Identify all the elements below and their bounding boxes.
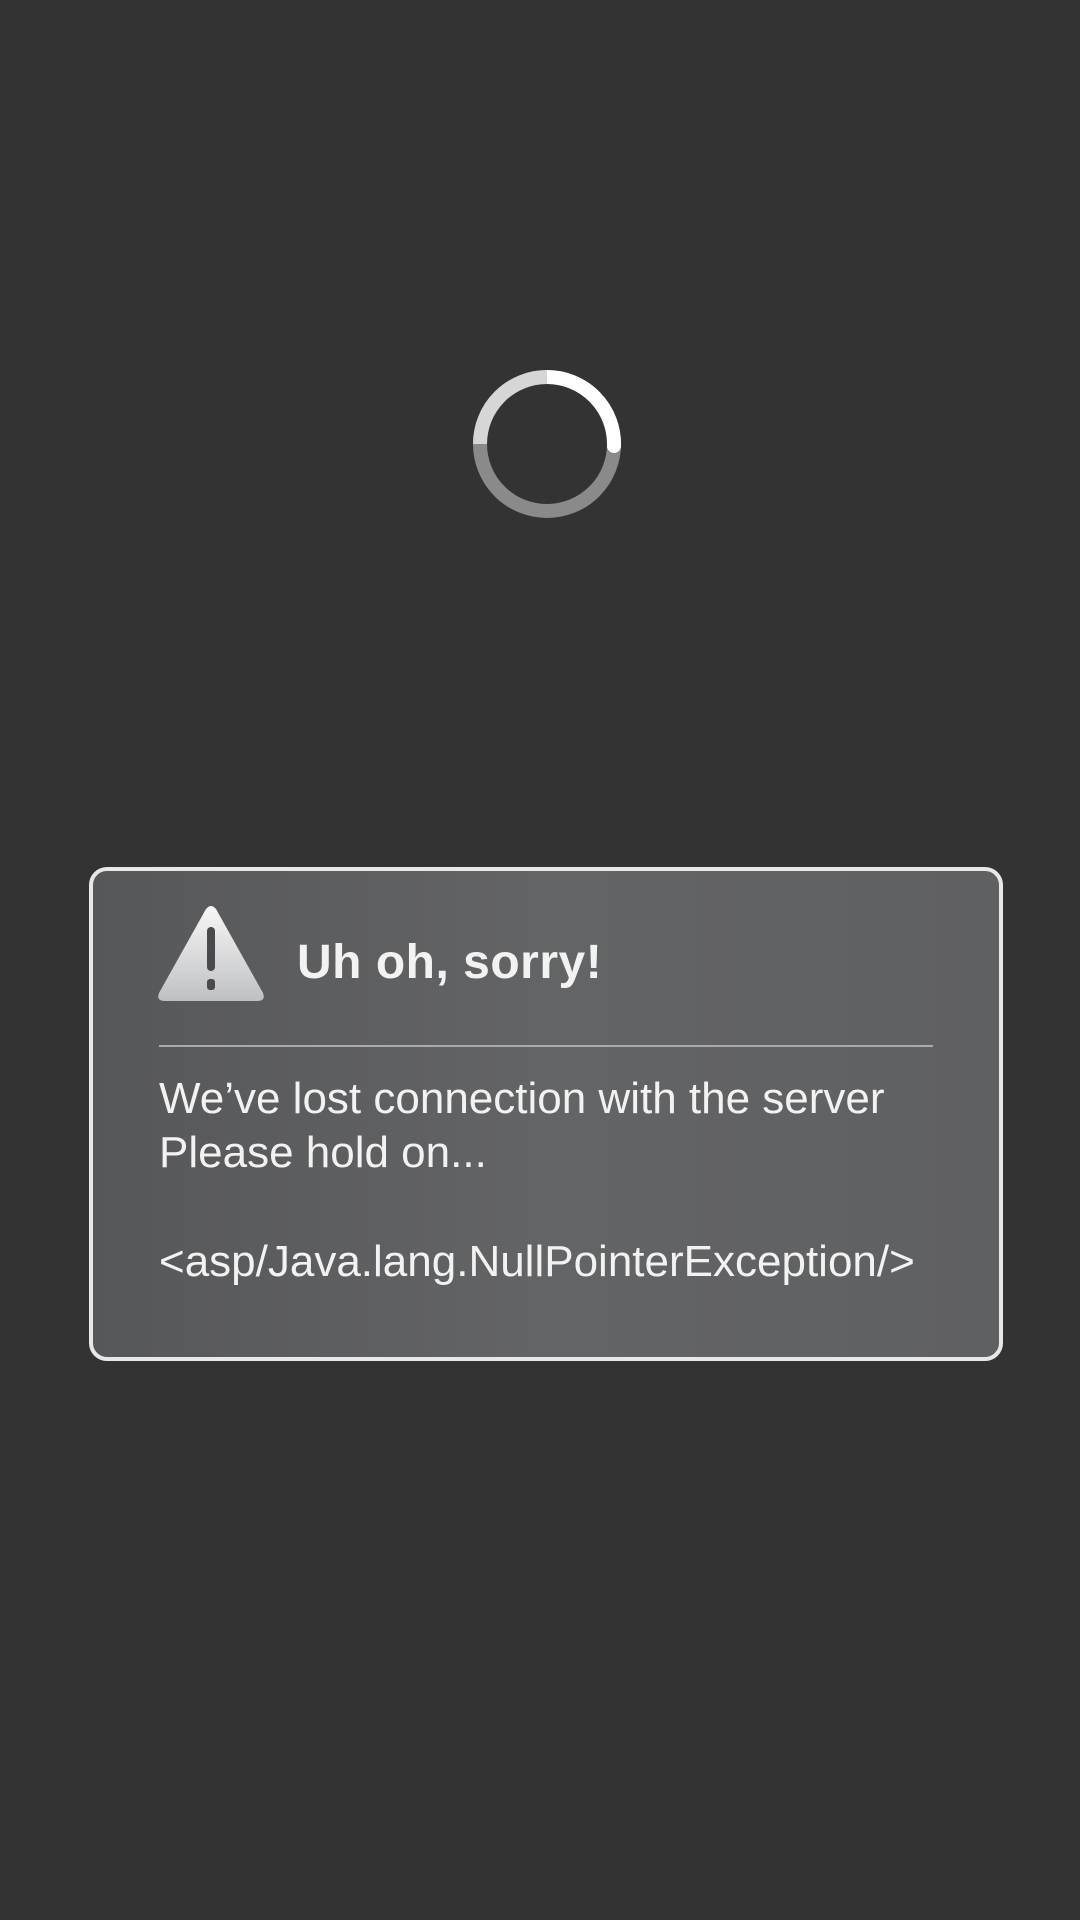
dialog-message-line-2: Please hold on... <box>159 1128 487 1177</box>
dialog-header: Uh oh, sorry! <box>156 905 956 1005</box>
app-screen: Uh oh, sorry! We’ve lost connection with… <box>0 0 1080 1920</box>
warning-icon <box>156 905 266 1003</box>
dialog-message-line-1: We’ve lost connection with the server <box>159 1074 885 1123</box>
dialog-error-text: <asp/Java.lang.NullPointerException/> <box>159 1237 915 1286</box>
dialog-title: Uh oh, sorry! <box>297 936 603 989</box>
dialog-message: We’ve lost connection with the server Pl… <box>159 1072 959 1180</box>
connection-error-dialog: Uh oh, sorry! We’ve lost connection with… <box>89 867 1003 1361</box>
dialog-divider <box>159 1045 933 1047</box>
loading-spinner-icon <box>471 368 623 520</box>
